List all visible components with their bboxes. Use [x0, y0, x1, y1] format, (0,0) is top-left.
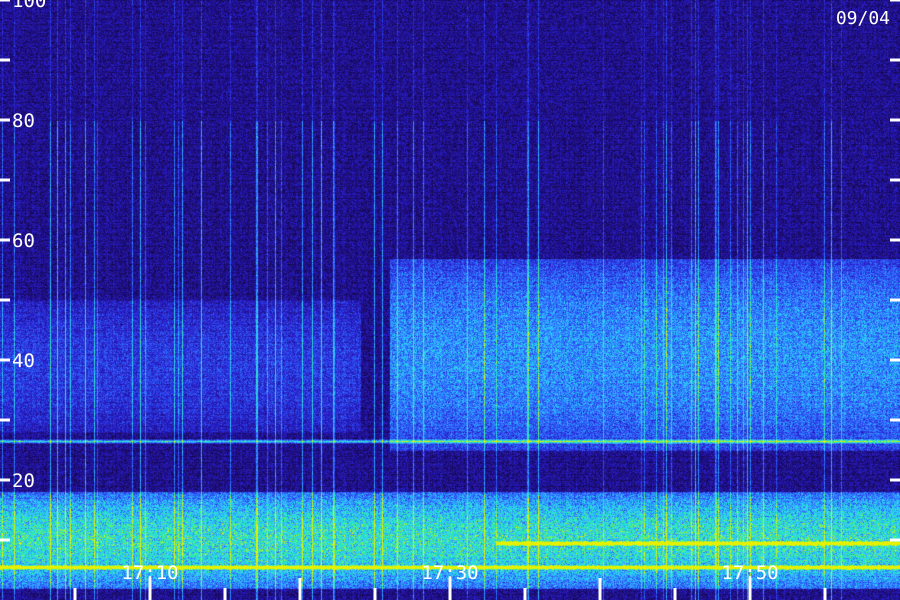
x-tick-label: 17:50: [721, 562, 778, 584]
y-tick-label: 60: [12, 230, 35, 252]
spectrogram-axes: 09/04 20 40 60 80 100 17:10 17:30 17:50: [0, 0, 900, 600]
y-tick-label: 20: [12, 470, 35, 492]
x-tick-label: 17:10: [121, 562, 178, 584]
spectrogram-figure: 09/04 20 40 60 80 100 17:10 17:30 17:50: [0, 0, 900, 600]
y-tick-label: 100: [12, 0, 46, 12]
y-tick-label: 40: [12, 350, 35, 372]
x-tick-label: 17:30: [421, 562, 478, 584]
date-label: 09/04: [836, 8, 890, 29]
y-tick-label: 80: [12, 110, 35, 132]
